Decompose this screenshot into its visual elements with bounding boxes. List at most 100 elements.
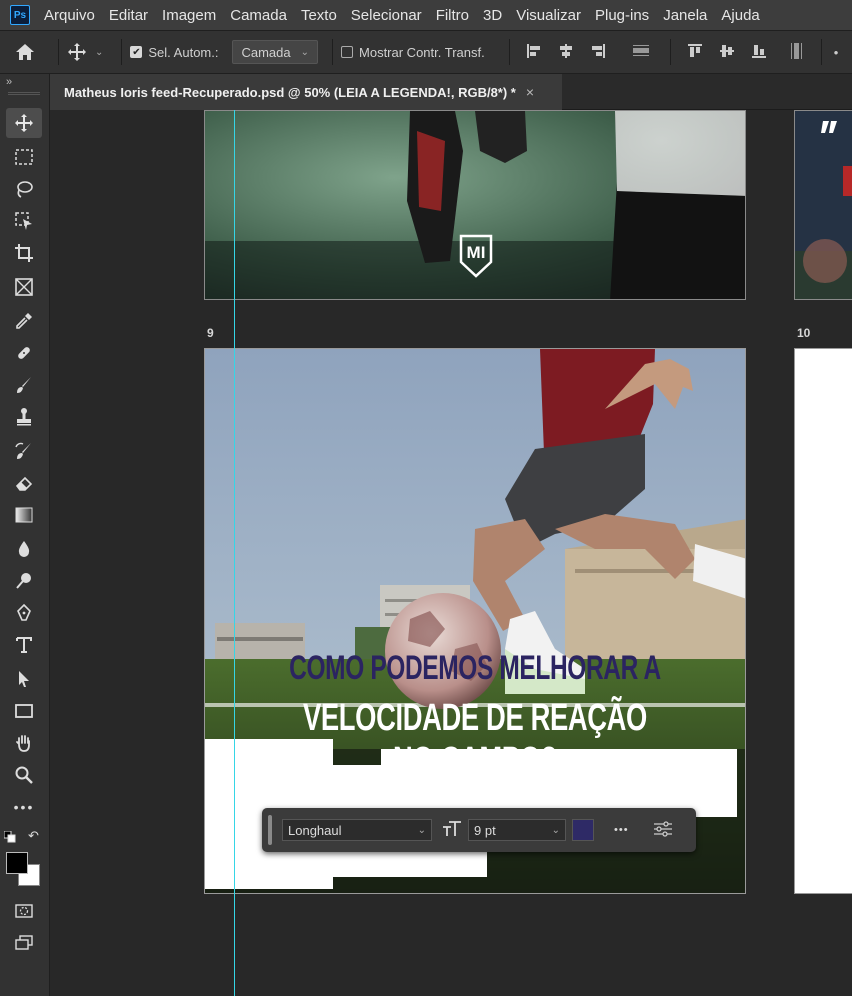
- healing-brush-tool-button[interactable]: [6, 338, 42, 368]
- hand-tool-button[interactable]: [6, 728, 42, 758]
- rectangular-marquee-icon: [15, 149, 33, 165]
- chevron-down-icon[interactable]: ⌄: [95, 47, 103, 58]
- font-size-dropdown[interactable]: 9 pt ⌄: [468, 819, 566, 841]
- frame-tool-button[interactable]: [6, 272, 42, 302]
- menu-plugins[interactable]: Plug-ins: [595, 7, 649, 24]
- lasso-icon: [17, 181, 33, 198]
- menu-3d[interactable]: 3D: [483, 7, 502, 24]
- menu-arquivo[interactable]: Arquivo: [44, 7, 95, 24]
- history-brush-icon: [15, 442, 31, 459]
- object-selection-tool-button[interactable]: [6, 206, 42, 236]
- divider: [508, 39, 510, 65]
- eraser-tool-button[interactable]: [6, 468, 42, 498]
- pen-tool-button[interactable]: [6, 598, 42, 628]
- distribute-widths-icon[interactable]: [632, 43, 650, 62]
- path-selection-arrow-icon: [19, 671, 29, 687]
- align-bottom-edges-icon[interactable]: [751, 43, 767, 62]
- align-vertical-centers-icon[interactable]: [719, 43, 735, 62]
- document-tab[interactable]: Matheus Ioris feed-Recuperado.psd @ 50% …: [50, 74, 562, 110]
- home-icon[interactable]: [0, 43, 50, 61]
- font-size-icon: [442, 820, 462, 841]
- frame-icon: [15, 278, 33, 296]
- screen-mode-icon: [15, 935, 33, 950]
- dodge-tool-button[interactable]: [6, 566, 42, 596]
- crop-tool-button[interactable]: [6, 238, 42, 268]
- type-icon: [16, 637, 32, 653]
- menu-selecionar[interactable]: Selecionar: [351, 7, 422, 24]
- edit-toolbar-button[interactable]: •••: [6, 792, 42, 822]
- distribute-heights-icon[interactable]: [789, 42, 805, 63]
- marquee-tool-button[interactable]: [6, 142, 42, 172]
- align-left-edges-icon[interactable]: [526, 43, 542, 62]
- collapse-panel-icon[interactable]: »: [6, 76, 12, 88]
- transform-controls-checkbox[interactable]: [341, 46, 354, 58]
- chevron-down-icon: ⌄: [417, 824, 426, 836]
- white-shape: [333, 793, 393, 805]
- menu-filtro[interactable]: Filtro: [436, 7, 469, 24]
- panel-grip[interactable]: [8, 92, 40, 95]
- quick-mask-button[interactable]: [6, 896, 42, 926]
- lasso-tool-button[interactable]: [6, 174, 42, 204]
- menu-editar[interactable]: Editar: [109, 7, 148, 24]
- close-icon[interactable]: ×: [526, 84, 534, 100]
- artboard-next-previous[interactable]: [794, 110, 852, 300]
- gradient-tool-button[interactable]: [6, 500, 42, 530]
- path-selection-tool-button[interactable]: [6, 664, 42, 694]
- screen-mode-button[interactable]: [6, 928, 42, 958]
- menu-camada[interactable]: Camada: [230, 7, 287, 24]
- auto-select-label: Sel. Autom.:: [148, 44, 219, 60]
- white-shape: [205, 849, 439, 875]
- gradient-icon: [15, 507, 33, 523]
- text-color-swatch[interactable]: [572, 819, 594, 841]
- taskbar-drag-handle[interactable]: [268, 815, 272, 845]
- more-options-icon[interactable]: •: [834, 45, 839, 60]
- font-family-dropdown[interactable]: Longhaul ⌄: [282, 819, 432, 841]
- rectangle-tool-button[interactable]: [6, 696, 42, 726]
- menu-visualizar[interactable]: Visualizar: [516, 7, 581, 24]
- font-size-value: 9 pt: [474, 822, 496, 838]
- move-tool-button[interactable]: [6, 108, 42, 138]
- eyedropper-tool-button[interactable]: [6, 306, 42, 336]
- auto-select-target-dropdown[interactable]: Camada ⌄: [232, 40, 319, 64]
- more-options-icon[interactable]: •••: [614, 824, 629, 836]
- stamp-icon: [17, 408, 31, 426]
- menu-ajuda[interactable]: Ajuda: [721, 7, 759, 24]
- photoshop-logo: Ps: [10, 5, 30, 25]
- pen-icon: [17, 603, 31, 621]
- hand-icon: [16, 735, 30, 752]
- document-tab-bar: Matheus Ioris feed-Recuperado.psd @ 50% …: [50, 74, 852, 110]
- dodge-icon: [16, 573, 31, 589]
- menu-janela[interactable]: Janela: [663, 7, 707, 24]
- default-colors-icon[interactable]: [3, 830, 16, 848]
- menu-texto[interactable]: Texto: [301, 7, 337, 24]
- settings-sliders-icon[interactable]: [653, 820, 673, 841]
- align-right-edges-icon[interactable]: [590, 43, 606, 62]
- tools-panel: » ••• ↶: [0, 74, 50, 996]
- document-tab-title: Matheus Ioris feed-Recuperado.psd @ 50% …: [64, 84, 516, 100]
- menu-bar: Ps Arquivo Editar Imagem Camada Texto Se…: [0, 0, 852, 30]
- chevron-down-icon: ⌄: [551, 824, 560, 836]
- align-horizontal-centers-icon[interactable]: [558, 43, 574, 62]
- artboard-previous[interactable]: MI: [204, 110, 746, 300]
- chevron-down-icon: ⌄: [300, 46, 310, 58]
- brand-logo-text: MI: [466, 243, 486, 262]
- vertical-guide[interactable]: [234, 110, 235, 996]
- object-selection-icon: [15, 212, 32, 230]
- blur-drop-icon: [18, 541, 30, 557]
- foreground-color-swatch[interactable]: [6, 852, 28, 874]
- transform-controls-label: Mostrar Contr. Transf.: [359, 44, 485, 60]
- crop-icon: [15, 244, 33, 262]
- align-top-edges-icon[interactable]: [687, 43, 703, 62]
- type-tool-button[interactable]: [6, 630, 42, 660]
- auto-select-checkbox[interactable]: ✔: [130, 46, 143, 58]
- artboard-10[interactable]: [794, 348, 852, 894]
- zoom-tool-button[interactable]: [6, 760, 42, 790]
- clone-stamp-tool-button[interactable]: [6, 402, 42, 432]
- brush-tool-button[interactable]: [6, 370, 42, 400]
- blur-tool-button[interactable]: [6, 534, 42, 564]
- move-tool-icon[interactable]: ⌄: [67, 42, 103, 62]
- menu-imagem[interactable]: Imagem: [162, 7, 216, 24]
- swap-colors-icon[interactable]: ↶: [28, 828, 39, 844]
- document-canvas[interactable]: MI 9 10 COMO PODEMOS MELHORAR A VELOCIDA…: [50, 110, 852, 996]
- history-brush-tool-button[interactable]: [6, 436, 42, 466]
